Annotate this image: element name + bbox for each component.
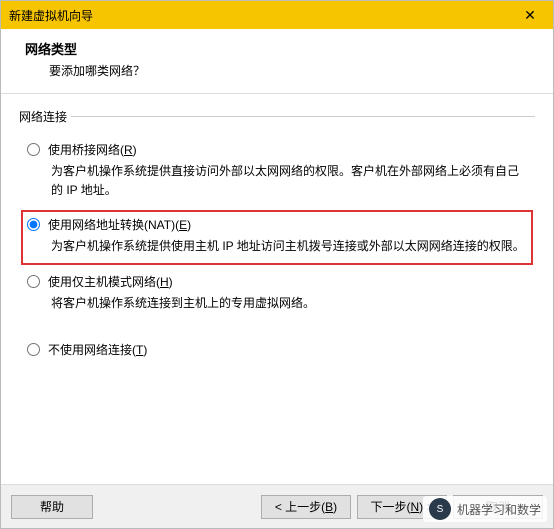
close-button[interactable]: ✕	[507, 1, 553, 29]
wizard-content: 网络连接 使用桥接网络(R) 为客户机操作系统提供直接访问外部以太网网络的权限。…	[1, 94, 553, 380]
option-nat-desc: 为客户机操作系统提供使用主机 IP 地址访问主机拨号连接或外部以太网网络连接的权…	[51, 237, 525, 256]
radio-hostonly[interactable]	[27, 275, 40, 288]
network-connection-group: 网络连接 使用桥接网络(R) 为客户机操作系统提供直接访问外部以太网网络的权限。…	[19, 108, 535, 370]
wizard-header: 网络类型 要添加哪类网络？	[1, 29, 553, 94]
help-button[interactable]: 帮助	[11, 495, 93, 519]
option-nat[interactable]: 使用网络地址转换(NAT)(E) 为客户机操作系统提供使用主机 IP 地址访问主…	[21, 210, 533, 264]
back-button[interactable]: < 上一步(B)	[261, 495, 351, 519]
window-title: 新建虚拟机向导	[9, 7, 93, 24]
radio-none[interactable]	[27, 343, 40, 356]
option-bridge[interactable]: 使用桥接网络(R) 为客户机操作系统提供直接访问外部以太网网络的权限。客户机在外…	[21, 135, 533, 208]
watermark-avatar-icon: S	[429, 498, 451, 520]
option-nat-row[interactable]: 使用网络地址转换(NAT)(E)	[25, 216, 529, 233]
watermark: S 机器学习和数学	[423, 496, 547, 522]
option-hostonly-label: 使用仅主机模式网络(H)	[48, 273, 173, 290]
title-bar: 新建虚拟机向导 ✕	[1, 1, 553, 29]
radio-nat[interactable]	[27, 218, 40, 231]
option-none-row[interactable]: 不使用网络连接(T)	[25, 341, 529, 358]
option-bridge-row[interactable]: 使用桥接网络(R)	[25, 141, 529, 158]
page-subtitle: 要添加哪类网络？	[49, 62, 533, 79]
option-bridge-desc: 为客户机操作系统提供直接访问外部以太网网络的权限。客户机在外部网络上必须有自己的…	[51, 162, 525, 200]
option-hostonly-row[interactable]: 使用仅主机模式网络(H)	[25, 273, 529, 290]
option-none[interactable]: 不使用网络连接(T)	[21, 335, 533, 366]
page-title: 网络类型	[25, 39, 533, 58]
close-icon: ✕	[524, 7, 536, 24]
option-nat-label: 使用网络地址转换(NAT)(E)	[48, 216, 191, 233]
option-hostonly-desc: 将客户机操作系统连接到主机上的专用虚拟网络。	[51, 294, 525, 313]
radio-bridge[interactable]	[27, 143, 40, 156]
group-legend: 网络连接	[19, 108, 71, 125]
watermark-text: 机器学习和数学	[457, 501, 541, 518]
option-none-label: 不使用网络连接(T)	[48, 341, 147, 358]
option-bridge-label: 使用桥接网络(R)	[48, 141, 137, 158]
option-hostonly[interactable]: 使用仅主机模式网络(H) 将客户机操作系统连接到主机上的专用虚拟网络。	[21, 267, 533, 321]
